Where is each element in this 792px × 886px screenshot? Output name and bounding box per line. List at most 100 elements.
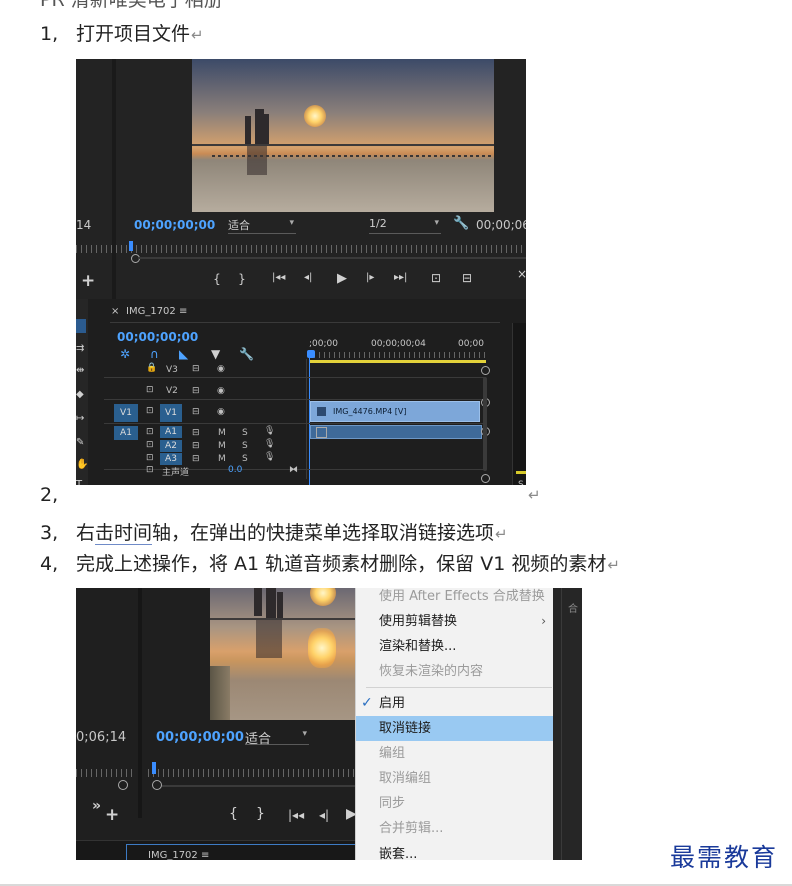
v1-lock-icon[interactable]: ⊡ [146, 406, 154, 416]
a3-mute[interactable]: M [218, 454, 226, 464]
hand-tool-icon[interactable]: ✋ [76, 459, 88, 470]
a3-solo[interactable]: S [242, 454, 248, 464]
a2-solo[interactable]: S [242, 441, 248, 451]
mark-in-button[interactable]: { [212, 272, 222, 286]
v3-sync-icon[interactable]: ⊟ [192, 364, 200, 374]
track-select-tool-icon[interactable]: ⇉ [76, 343, 84, 354]
v1-track-target[interactable]: V1 [160, 404, 182, 422]
sequence-tab-close-icon[interactable]: × [111, 306, 119, 317]
zoom-knob[interactable] [152, 780, 162, 790]
a3-mic-icon[interactable]: 🎙 [264, 452, 275, 462]
menu-item-replace-with-ae[interactable]: 使用 After Effects 合成替换 [356, 588, 554, 609]
ripple-tool-icon[interactable]: ⇹ [76, 365, 84, 376]
menu-item-render-and-replace[interactable]: 渲染和替换... [356, 634, 554, 659]
master-value[interactable]: 0.0 [228, 465, 242, 475]
selection-tool-icon[interactable] [76, 319, 86, 333]
master-end-icon[interactable]: ⧓ [289, 465, 298, 475]
a1-sync-icon[interactable]: ⊟ [192, 428, 200, 438]
a3-lock-icon[interactable]: ⊡ [146, 453, 154, 463]
insert-button[interactable]: ⊡ [431, 271, 441, 285]
a3-track-target[interactable]: A3 [160, 453, 182, 465]
mark-in-button[interactable]: { [229, 806, 238, 822]
marker-icon[interactable]: ▼ [211, 347, 220, 361]
a1-mic-icon[interactable]: 🎙 [264, 426, 275, 436]
expand-icon[interactable]: » [92, 798, 101, 814]
menu-item-merge-clips[interactable]: 合并剪辑... [356, 816, 554, 841]
a2-lock-icon[interactable]: ⊡ [146, 440, 154, 450]
a2-sync-icon[interactable]: ⊟ [192, 441, 200, 451]
vscroll-knob[interactable] [481, 474, 490, 483]
menu-item-ungroup[interactable]: 取消编组 [356, 766, 554, 791]
close-icon[interactable]: × [517, 267, 526, 281]
pen-tool-icon[interactable]: ✎ [76, 437, 84, 448]
type-tool-icon[interactable]: T [76, 479, 82, 485]
slip-tool-icon[interactable]: ↦ [76, 413, 84, 424]
tower [264, 114, 269, 144]
master-lock-icon[interactable]: ⊡ [146, 465, 154, 475]
snap-icon[interactable]: ✲ [120, 347, 130, 361]
add-marker-icon[interactable]: ◣ [179, 347, 188, 361]
v3-eye-icon[interactable]: ◉ [217, 364, 225, 374]
v1-sync-icon[interactable]: ⊟ [192, 407, 200, 417]
a2-track-target[interactable]: A2 [160, 440, 182, 452]
right-side-divider [561, 588, 562, 860]
sequence-tab[interactable]: IMG_1702 [126, 306, 176, 317]
step-forward-button[interactable]: |▸ [366, 272, 374, 283]
v2-lock-icon[interactable]: ⊡ [146, 385, 154, 395]
a1-lock-icon[interactable]: ⊡ [146, 427, 154, 437]
v2-eye-icon[interactable]: ◉ [217, 386, 225, 396]
mark-out-button[interactable]: } [256, 806, 265, 822]
mark-out-button[interactable]: } [237, 272, 247, 286]
menu-item-restore-unrendered[interactable]: 恢复未渲染的内容 [356, 659, 554, 684]
menu-item-unlink[interactable]: 取消链接 [356, 716, 554, 741]
menu-item-group[interactable]: 编组 [356, 741, 554, 766]
linked-selection-icon[interactable]: ∩ [150, 347, 159, 361]
a1-track-target[interactable]: A1 [160, 426, 182, 438]
add-button[interactable]: + [105, 805, 119, 825]
v1-eye-icon[interactable]: ◉ [217, 407, 225, 417]
razor-tool-icon[interactable]: ◆ [76, 389, 84, 400]
v2-sync-icon[interactable]: ⊟ [192, 386, 200, 396]
go-to-in-button[interactable]: |◂◂ [272, 272, 285, 283]
sequence-menu-icon[interactable]: ≡ [179, 306, 187, 317]
a2-mic-icon[interactable]: 🎙 [264, 439, 275, 449]
zoom-knob[interactable] [118, 780, 128, 790]
program-playhead[interactable] [152, 762, 156, 774]
fit-dropdown[interactable]: 适合 ▾ [228, 217, 296, 234]
v1-source-patch[interactable]: V1 [114, 404, 138, 422]
timeline-playhead[interactable] [307, 350, 315, 358]
step-back-button[interactable]: ◂| [304, 272, 312, 283]
video-clip[interactable]: IMG_4476.MP4 [V] [310, 401, 480, 422]
go-to-in-button[interactable]: |◂◂ [288, 808, 304, 822]
go-to-out-button[interactable]: ▸▸| [394, 272, 407, 283]
overwrite-button[interactable]: ⊟ [462, 271, 472, 285]
a1-solo[interactable]: S [242, 428, 248, 438]
program-playhead[interactable] [129, 241, 133, 251]
play-button[interactable]: ▶ [337, 271, 347, 286]
resolution-dropdown[interactable]: 1/2 ▾ [369, 217, 441, 234]
program-timecode[interactable]: 00;00;00;00 [134, 218, 215, 232]
menu-item-nest[interactable]: 嵌套... [356, 842, 554, 860]
settings-wrench-icon[interactable]: 🔧 [239, 347, 254, 361]
menu-item-replace-with-clip[interactable]: 使用剪辑替换 › [356, 609, 554, 634]
program-timecode[interactable]: 00;00;00;00 [156, 730, 244, 745]
add-button[interactable]: + [81, 271, 95, 291]
step-3: 3, 右击时间轴，在弹出的快捷菜单选择取消链接选项↵ [40, 518, 508, 545]
menu-item-enable[interactable]: ✓ 启用 [356, 691, 554, 716]
sequence-timecode[interactable]: 00;00;00;00 [117, 330, 198, 344]
a3-sync-icon[interactable]: ⊟ [192, 454, 200, 464]
sequence-tab[interactable]: IMG_1702 ≡ [148, 850, 209, 860]
step-back-button[interactable]: ◂| [319, 808, 329, 822]
wrench-icon[interactable]: 🔧 [453, 216, 469, 231]
a1-mute[interactable]: M [218, 428, 226, 438]
audio-clip[interactable] [310, 425, 482, 439]
vscroll-knob[interactable] [481, 366, 490, 375]
a1-source-patch[interactable]: A1 [114, 426, 138, 440]
top-cut-text: PR 清新唯美电子相册 [40, 0, 223, 11]
vertical-scrollbar[interactable] [483, 377, 487, 471]
fit-dropdown[interactable]: 适合 ▾ [245, 728, 309, 747]
premiere-screenshot-context-menu: 0;06;14 00;00;00;00 适合 ▾ » + { } |◂◂ ◂| … [76, 588, 582, 860]
v3-lock-icon[interactable]: 🔒 [146, 363, 157, 373]
menu-item-synchronize[interactable]: 同步 [356, 791, 554, 816]
a2-mute[interactable]: M [218, 441, 226, 451]
